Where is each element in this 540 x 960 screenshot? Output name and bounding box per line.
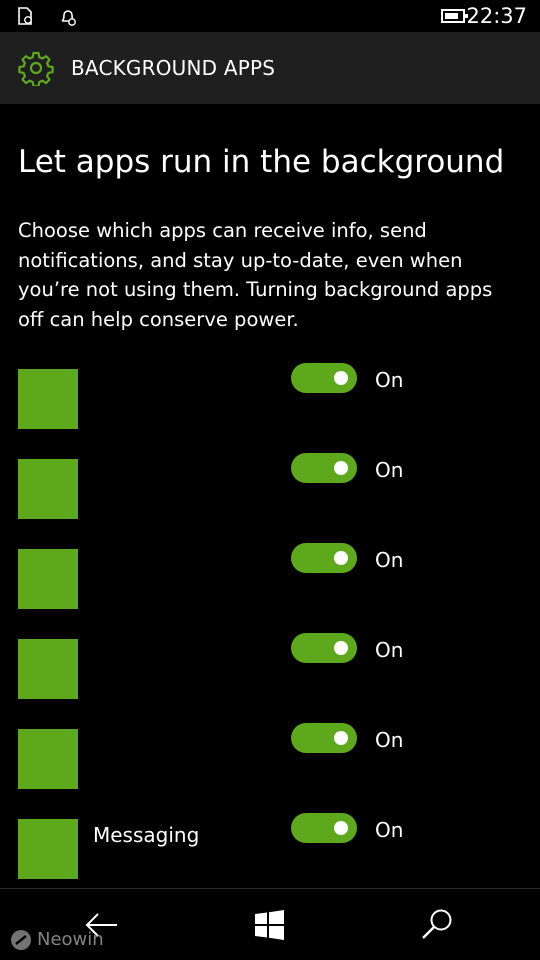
notification-icon — [18, 7, 32, 25]
app-name: Messaging — [93, 823, 200, 847]
battery-icon — [441, 9, 468, 23]
gear-icon — [18, 51, 54, 86]
toggle-state-label: On — [375, 728, 404, 752]
status-clock: 22:37 — [466, 4, 527, 28]
toggle-knob — [334, 551, 348, 565]
app-tile-icon — [18, 819, 78, 879]
toggle-knob — [334, 641, 348, 655]
watermark-text: Neowin — [37, 929, 104, 950]
toggle-state-label: On — [375, 818, 404, 842]
toggle-state-label: On — [375, 458, 404, 482]
app-tile-icon — [18, 459, 78, 519]
app-tile-icon — [18, 369, 78, 429]
toggle-state-label: On — [375, 368, 404, 392]
page-header: BACKGROUND APPS — [0, 32, 540, 104]
windows-logo-icon[interactable] — [250, 905, 290, 945]
silent-icon — [61, 10, 76, 26]
search-icon[interactable] — [418, 905, 458, 945]
app-row: On — [0, 453, 540, 519]
app-row: On — [0, 543, 540, 609]
toggle-knob — [334, 731, 348, 745]
app-row: On — [0, 723, 540, 789]
navigation-bar: Neowin — [0, 888, 540, 960]
toggle-state-label: On — [375, 638, 404, 662]
app-row: On — [0, 633, 540, 699]
background-toggle[interactable] — [291, 723, 357, 753]
toggle-knob — [334, 371, 348, 385]
app-row-messaging: Messaging On — [0, 813, 540, 879]
toggle-knob — [334, 461, 348, 475]
app-tile-icon — [18, 549, 78, 609]
background-toggle[interactable] — [291, 633, 357, 663]
section-title: Let apps run in the background — [18, 144, 505, 180]
neowin-logo-icon — [11, 930, 31, 950]
background-toggle[interactable] — [291, 543, 357, 573]
status-bar: 22:37 — [0, 0, 540, 32]
neowin-watermark: Neowin — [10, 929, 104, 951]
toggle-state-label: On — [375, 548, 404, 572]
toggle-knob — [334, 821, 348, 835]
app-row: On — [0, 363, 540, 429]
section-description: Choose which apps can receive info, send… — [18, 219, 493, 331]
settings-page: 22:37 BACKGROUND APPS Let apps run in th… — [0, 0, 540, 960]
app-tile-icon — [18, 729, 78, 789]
background-toggle[interactable] — [291, 453, 357, 483]
background-toggle[interactable] — [291, 363, 357, 393]
page-title: BACKGROUND APPS — [71, 56, 276, 80]
background-toggle[interactable] — [291, 813, 357, 843]
app-tile-icon — [18, 639, 78, 699]
